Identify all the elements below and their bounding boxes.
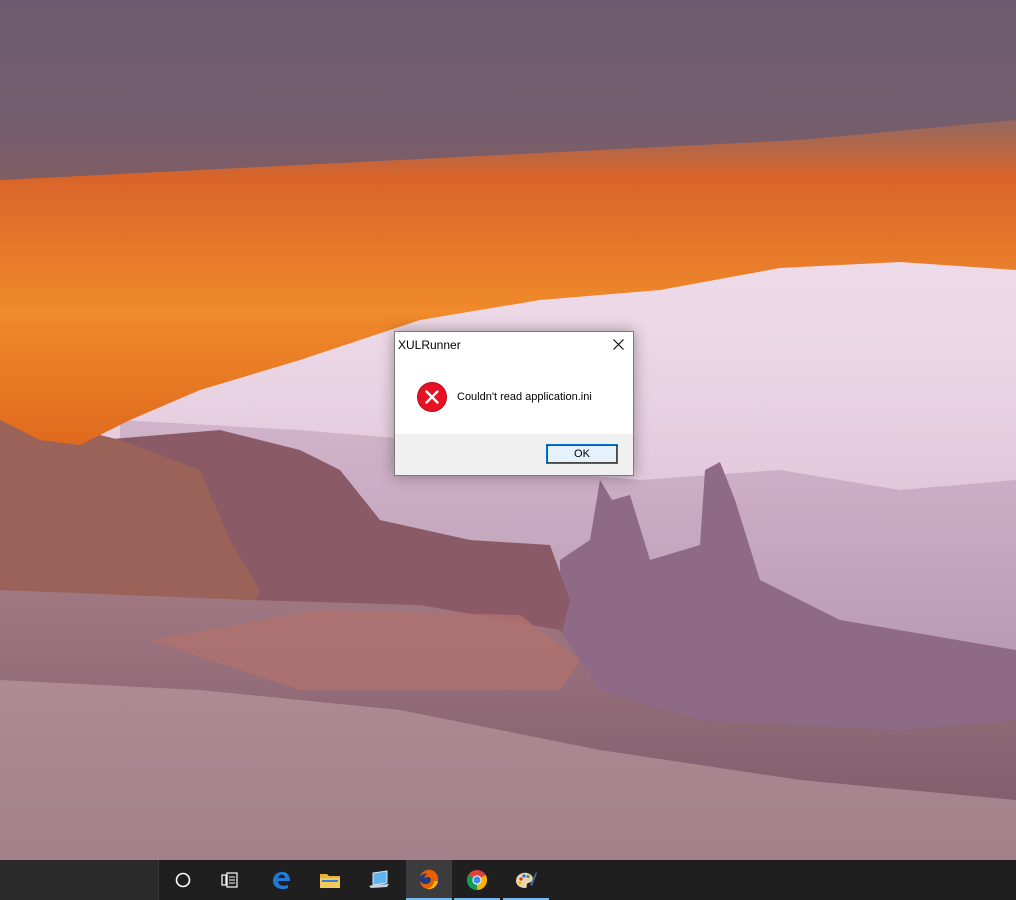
dialog-title: XULRunner [398,338,461,352]
dialog-message: Couldn't read application.ini [457,391,592,403]
ok-button-label: OK [547,445,617,463]
edge-icon [273,871,290,890]
laptop-icon [369,870,389,888]
error-icon [417,382,447,412]
circle-icon [175,872,191,888]
paint-icon [516,872,537,888]
close-button[interactable] [603,332,633,357]
paint-button[interactable] [503,860,549,900]
this-pc-button[interactable] [356,860,402,900]
taskbar [0,860,1016,900]
task-view-icon [221,872,238,888]
firefox-button[interactable] [406,860,452,900]
error-dialog: XULRunner Couldn't read application.ini … [394,331,634,476]
dialog-body: Couldn't read application.ini [395,357,633,435]
taskbar-search-area[interactable] [0,860,159,900]
cortana-button[interactable] [160,860,206,900]
file-explorer-button[interactable] [307,860,353,900]
dialog-titlebar[interactable]: XULRunner [395,332,633,357]
close-icon [612,339,624,350]
chrome-icon [467,870,487,890]
dialog-footer: OK [395,434,633,475]
chrome-button[interactable] [454,860,500,900]
firefox-icon [419,869,439,890]
edge-button[interactable] [258,860,304,900]
folder-icon [320,874,340,888]
task-view-button[interactable] [207,860,253,900]
ok-button[interactable]: OK [546,444,618,464]
